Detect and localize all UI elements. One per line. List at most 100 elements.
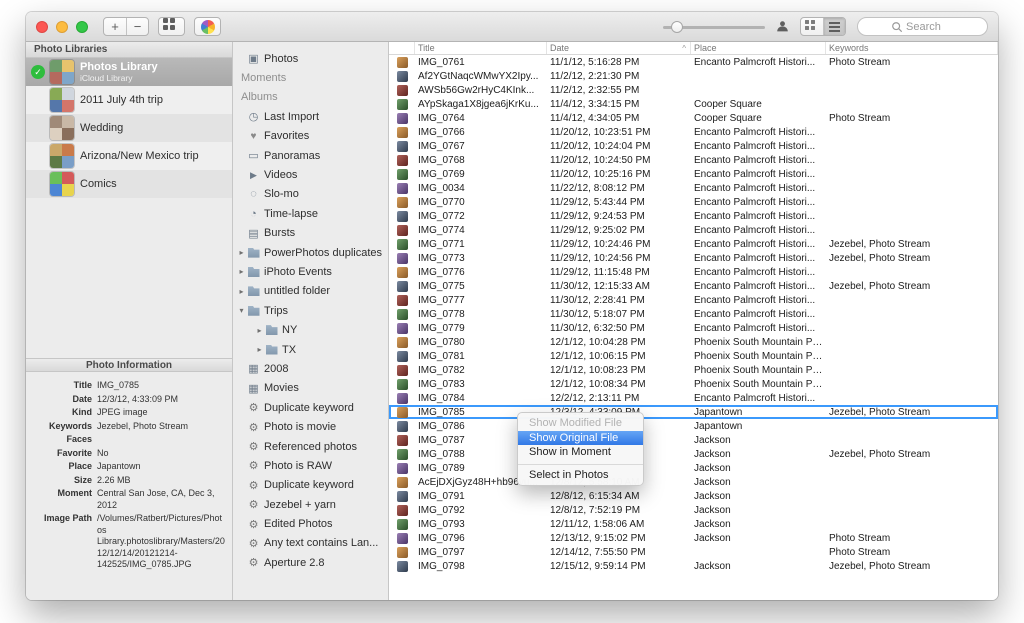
table-row[interactable]: IMG_0772 11/29/12, 9:24:53 PM Encanto Pa… (389, 209, 998, 223)
albums-item[interactable]: Any text contains Lan... (233, 534, 388, 553)
context-menu-item[interactable]: Show Original File (518, 431, 643, 446)
toolbar-right (663, 17, 988, 36)
albums-item[interactable]: Videos (233, 165, 388, 184)
date-column-header[interactable]: Date ^ (547, 42, 691, 54)
table-row[interactable]: AcEjDXjGyz48H+hb96vu... 12/8/12, 5:58:10… (389, 475, 998, 489)
table-row[interactable]: IMG_0034 11/22/12, 8:08:12 PM Encanto Pa… (389, 181, 998, 195)
title-column-header[interactable]: Title (415, 42, 547, 54)
table-row[interactable]: IMG_0777 11/30/12, 2:28:41 PM Encanto Pa… (389, 293, 998, 307)
library-item[interactable]: Photos Library iCloud Library (26, 58, 232, 86)
context-menu-item[interactable]: Show in Moment (518, 445, 643, 460)
thumbnail-size-slider[interactable] (663, 20, 765, 34)
library-item[interactable]: Wedding (26, 114, 232, 142)
albums-item[interactable]: TX (233, 340, 388, 359)
table-row[interactable]: IMG_0791 12/8/12, 6:15:34 AM Jackson (389, 489, 998, 503)
table-row[interactable]: IMG_0767 11/20/12, 10:24:04 PM Encanto P… (389, 139, 998, 153)
disclosure-triangle-icon[interactable] (237, 287, 246, 296)
albums-item[interactable]: Edited Photos (233, 514, 388, 533)
disclosure-triangle-icon[interactable] (237, 306, 246, 315)
table-row[interactable]: IMG_0785 12/3/12, 4:33:09 PM Japantown J… (389, 405, 998, 419)
zoom-button[interactable] (76, 21, 88, 33)
table-row[interactable]: IMG_0774 11/29/12, 9:25:02 PM Encanto Pa… (389, 223, 998, 237)
add-library-button[interactable]: + (104, 18, 126, 35)
albums-item[interactable]: Duplicate keyword (233, 398, 388, 417)
albums-item[interactable]: Panoramas (233, 146, 388, 165)
albums-item[interactable]: Slo-mo (233, 185, 388, 204)
table-row[interactable]: IMG_0771 11/29/12, 10:24:46 PM Encanto P… (389, 237, 998, 251)
minimize-button[interactable] (56, 21, 68, 33)
slider-thumb[interactable] (671, 21, 683, 33)
view-grid-segment[interactable] (801, 18, 823, 35)
table-row[interactable]: IMG_0781 12/1/12, 10:06:15 PM Phoenix So… (389, 349, 998, 363)
table-row[interactable]: IMG_0793 12/11/12, 1:58:06 AM Jackson (389, 517, 998, 531)
library-item[interactable]: 2011 July 4th trip (26, 86, 232, 114)
albums-item[interactable]: Last Import (233, 107, 388, 126)
albums-item[interactable]: Albums (233, 88, 388, 107)
keywords-column-header[interactable]: Keywords (826, 42, 998, 54)
table-row[interactable]: IMG_0770 11/29/12, 5:43:44 PM Encanto Pa… (389, 195, 998, 209)
albums-item[interactable]: 2008 (233, 359, 388, 378)
close-button[interactable] (36, 21, 48, 33)
albums-item[interactable]: Favorites (233, 127, 388, 146)
albums-item[interactable]: Duplicate keyword (233, 476, 388, 495)
library-item[interactable]: Arizona/New Mexico trip (26, 142, 232, 170)
table-row[interactable]: Af2YGtNaqcWMwYX2Ipy... 11/2/12, 2:21:30 … (389, 69, 998, 83)
albums-item[interactable]: Trips (233, 301, 388, 320)
table-row[interactable]: IMG_0788 Jackson Jezebel, Photo Stream (389, 447, 998, 461)
table-row[interactable]: IMG_0798 12/15/12, 9:59:14 PM Jackson Je… (389, 559, 998, 573)
search-field[interactable] (857, 17, 988, 36)
library-item[interactable]: Comics (26, 170, 232, 198)
table-row[interactable]: IMG_0761 11/1/12, 5:16:28 PM Encanto Pal… (389, 55, 998, 69)
table-row[interactable]: IMG_0796 12/13/12, 9:15:02 PM Jackson Ph… (389, 531, 998, 545)
table-row[interactable]: IMG_0768 11/20/12, 10:24:50 PM Encanto P… (389, 153, 998, 167)
table-row[interactable]: IMG_0766 11/20/12, 10:23:51 PM Encanto P… (389, 125, 998, 139)
table-row[interactable]: IMG_0786 Japantown (389, 419, 998, 433)
table-row[interactable]: IMG_0775 11/30/12, 12:15:33 AM Encanto P… (389, 279, 998, 293)
faces-button[interactable] (776, 20, 789, 33)
remove-library-button[interactable]: − (126, 18, 148, 35)
table-row[interactable]: IMG_0782 12/1/12, 10:08:23 PM Phoenix So… (389, 363, 998, 377)
disclosure-triangle-icon[interactable] (255, 345, 264, 354)
search-input[interactable] (906, 21, 954, 33)
table-row[interactable]: IMG_0789 Jackson (389, 461, 998, 475)
albums-item[interactable]: Movies (233, 379, 388, 398)
table-row[interactable]: AWSb56Gw2rHyC4KInk... 11/2/12, 2:32:55 P… (389, 83, 998, 97)
place-column-header[interactable]: Place (691, 42, 826, 54)
table-row[interactable]: IMG_0787 Jackson (389, 433, 998, 447)
thumbnail-column-header[interactable] (389, 42, 415, 54)
albums-item[interactable]: Jezebel + yarn (233, 495, 388, 514)
table-row[interactable]: AYpSkaga1X8jgea6jKrKu... 11/4/12, 3:34:1… (389, 97, 998, 111)
albums-item[interactable]: Photo is movie (233, 417, 388, 436)
table-row[interactable]: IMG_0773 11/29/12, 10:24:56 PM Encanto P… (389, 251, 998, 265)
disclosure-triangle-icon[interactable] (237, 267, 246, 276)
context-menu-item[interactable]: Select in Photos (518, 468, 643, 483)
albums-item[interactable]: Moments (233, 68, 388, 87)
table-row[interactable]: IMG_0784 12/2/12, 2:13:11 PM Encanto Pal… (389, 391, 998, 405)
table-row[interactable]: IMG_0780 12/1/12, 10:04:28 PM Phoenix So… (389, 335, 998, 349)
albums-item[interactable]: Referenced photos (233, 437, 388, 456)
context-menu-item[interactable]: Show Modified File (518, 416, 643, 431)
table-row[interactable]: IMG_0764 11/4/12, 4:34:05 PM Cooper Squa… (389, 111, 998, 125)
view-list-segment[interactable] (823, 18, 845, 35)
disclosure-triangle-icon[interactable] (237, 248, 246, 257)
grid-view-button[interactable] (158, 17, 185, 36)
table-row[interactable]: IMG_0769 11/20/12, 10:25:16 PM Encanto P… (389, 167, 998, 181)
albums-item[interactable]: untitled folder (233, 282, 388, 301)
disclosure-triangle-icon[interactable] (255, 326, 264, 335)
cell-thumbnail (389, 295, 415, 306)
albums-item[interactable]: iPhoto Events (233, 262, 388, 281)
table-row[interactable]: IMG_0779 11/30/12, 6:32:50 PM Encanto Pa… (389, 321, 998, 335)
photos-app-button[interactable] (194, 17, 221, 36)
albums-item[interactable]: Bursts (233, 224, 388, 243)
table-row[interactable]: IMG_0797 12/14/12, 7:55:50 PM Photo Stre… (389, 545, 998, 559)
table-row[interactable]: IMG_0792 12/8/12, 7:52:19 PM Jackson (389, 503, 998, 517)
table-row[interactable]: IMG_0778 11/30/12, 5:18:07 PM Encanto Pa… (389, 307, 998, 321)
albums-item[interactable]: Photo is RAW (233, 456, 388, 475)
albums-item[interactable]: Aperture 2.8 (233, 553, 388, 572)
table-row[interactable]: IMG_0783 12/1/12, 10:08:34 PM Phoenix So… (389, 377, 998, 391)
albums-item[interactable]: Photos (233, 49, 388, 68)
albums-item[interactable]: PowerPhotos duplicates (233, 243, 388, 262)
albums-item[interactable]: NY (233, 320, 388, 339)
table-row[interactable]: IMG_0776 11/29/12, 11:15:48 PM Encanto P… (389, 265, 998, 279)
albums-item[interactable]: Time-lapse (233, 204, 388, 223)
